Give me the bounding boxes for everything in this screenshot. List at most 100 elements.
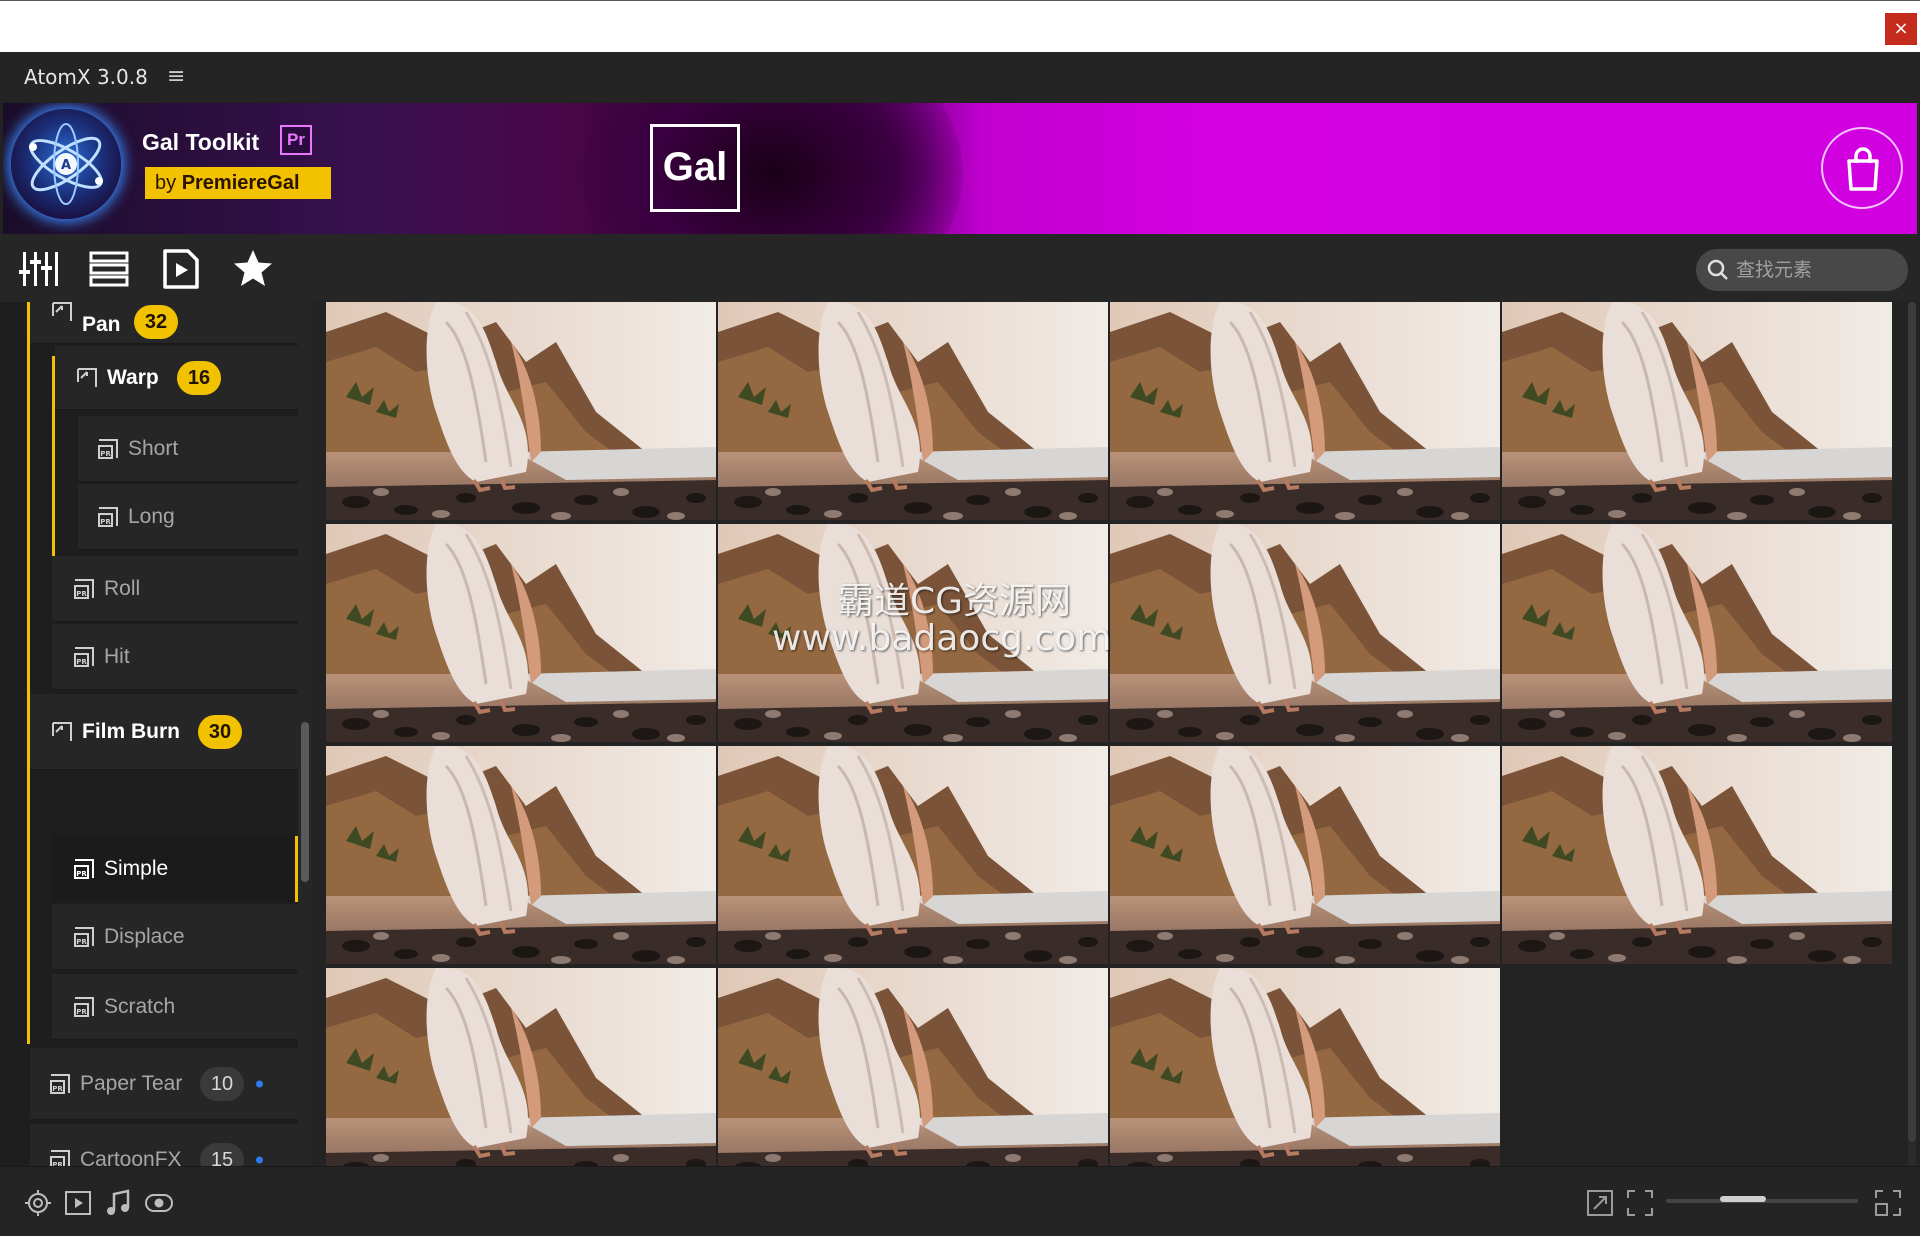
premiere-file-icon: PR	[74, 926, 94, 947]
preset-thumbnail[interactable]	[326, 968, 716, 1186]
audio-filter-icon[interactable]	[104, 1189, 132, 1217]
folder-pan-icon	[52, 302, 72, 321]
sidebar-item-label: CartoonFX	[80, 1147, 182, 1167]
premiere-file-icon: PR	[50, 1149, 70, 1166]
svg-text:PR: PR	[76, 870, 87, 878]
preset-thumbnail[interactable]	[1110, 968, 1500, 1186]
preset-thumbnail[interactable]	[1110, 302, 1500, 520]
premiere-file-icon: PR	[74, 996, 94, 1017]
video-file-icon[interactable]	[160, 248, 202, 290]
sidebar-item-long[interactable]: PR Long	[78, 484, 298, 550]
preset-thumbnail[interactable]	[718, 746, 1108, 964]
atomx-logo-icon[interactable]: A	[11, 109, 121, 219]
hamburger-menu-icon[interactable]: ≡	[167, 64, 185, 89]
svg-text:PR: PR	[52, 1085, 63, 1093]
svg-text:PR: PR	[100, 518, 111, 526]
window-close-button[interactable]: ×	[1885, 13, 1917, 45]
svg-text:PR: PR	[76, 590, 87, 598]
sidebar-item-roll[interactable]: PR Roll	[52, 556, 298, 622]
search-input[interactable]	[1736, 255, 1896, 285]
app-name: AtomX 3.0.8	[24, 65, 148, 89]
bottom-bar	[0, 1166, 1920, 1236]
banner-glow	[583, 103, 963, 234]
author-badge: by PremiereGal	[145, 167, 331, 199]
grid-scrollbar[interactable]	[1908, 302, 1916, 1166]
search-box[interactable]	[1696, 249, 1908, 291]
sliders-icon[interactable]	[18, 248, 60, 290]
category-sidebar: Pan 32 Warp 16 PR Short PR Long PR Roll …	[0, 302, 312, 1166]
app-window: AtomX 3.0.8 ≡ A Gal Toolkit Pr by Premie…	[0, 52, 1920, 1236]
video-filter-icon[interactable]	[64, 1189, 92, 1217]
item-count-badge: 10	[200, 1066, 244, 1101]
large-grid-icon[interactable]	[1874, 1189, 1902, 1217]
gal-logo: Gal	[650, 124, 740, 212]
preset-thumbnail[interactable]	[326, 746, 716, 964]
sidebar-item-label: Short	[128, 436, 179, 460]
preset-thumbnail[interactable]	[718, 968, 1108, 1186]
item-count-badge: 16	[177, 360, 221, 395]
sidebar-item-scratch[interactable]: PR Scratch	[52, 974, 298, 1040]
preset-thumbnail[interactable]	[1502, 524, 1892, 742]
thumbnail-size-slider[interactable]	[1666, 1196, 1858, 1203]
svg-text:PR: PR	[76, 658, 87, 666]
grid-scrollbar-thumb[interactable]	[1908, 302, 1916, 1142]
author-prefix: by	[155, 172, 182, 194]
star-icon[interactable]	[232, 248, 274, 290]
sidebar-item-label: Scratch	[104, 994, 176, 1018]
sidebar-item-hit[interactable]: PR Hit	[52, 624, 298, 690]
preset-thumbnail[interactable]	[718, 302, 1108, 520]
item-count-badge: 15	[200, 1142, 244, 1166]
preset-thumbnail[interactable]	[1110, 524, 1500, 742]
os-title-strip: ×	[0, 0, 1920, 52]
sidebar-item-film-burn[interactable]: Film Burn 30	[30, 694, 298, 770]
svg-text:A: A	[61, 158, 71, 173]
sidebar-item-label: Hit	[104, 644, 130, 668]
premiere-file-icon: PR	[74, 859, 94, 879]
sidebar-item-displace[interactable]: PR Displace	[52, 904, 298, 970]
sidebar-scrollbar-thumb[interactable]	[301, 722, 309, 882]
expand-icon[interactable]	[1586, 1189, 1614, 1217]
sidebar-scrollbar[interactable]	[298, 302, 312, 1166]
sidebar-item-label: Long	[128, 504, 175, 528]
sidebar-item-label: Film Burn	[82, 719, 180, 743]
shopping-bag-icon	[1847, 147, 1879, 191]
author-name: PremiereGal	[181, 172, 300, 194]
slider-handle[interactable]	[1720, 1196, 1766, 1202]
search-icon	[1707, 259, 1728, 280]
sidebar-item-pan[interactable]: Pan 32	[30, 302, 298, 344]
preset-thumbnail[interactable]	[326, 524, 716, 742]
svg-text:PR: PR	[100, 450, 111, 458]
preset-thumbnail[interactable]	[718, 524, 1108, 742]
preset-grid	[312, 302, 1920, 1186]
toolbar	[0, 234, 1920, 302]
product-banner: A Gal Toolkit Pr by PremiereGal Gal	[3, 103, 1917, 234]
folder-pan-icon	[77, 367, 97, 387]
svg-text:PR: PR	[76, 1008, 87, 1016]
preset-thumbnail[interactable]	[1110, 746, 1500, 964]
sidebar-item-cartoonfx[interactable]: PR CartoonFX 15	[30, 1124, 298, 1166]
new-indicator-dot	[256, 1080, 263, 1087]
sidebar-item-simple[interactable]: PR Simple	[52, 836, 298, 902]
preset-thumbnail[interactable]	[326, 302, 716, 520]
sidebar-item-warp[interactable]: Warp 16	[55, 346, 298, 410]
premiere-file-icon: PR	[98, 506, 118, 527]
shop-button[interactable]	[1821, 127, 1903, 209]
tree-line-film	[27, 302, 30, 1044]
sidebar-item-paper-tear[interactable]: PR Paper Tear 10	[30, 1048, 298, 1120]
sidebar-item-short[interactable]: PR Short	[78, 416, 298, 482]
preset-thumbnail[interactable]	[1502, 746, 1892, 964]
sidebar-item-label: Displace	[104, 924, 185, 948]
item-count-badge: 30	[198, 714, 242, 749]
sidebar-item-label: Paper Tear	[80, 1071, 183, 1095]
new-indicator-dot	[256, 1156, 263, 1163]
move-target-icon[interactable]	[24, 1189, 52, 1217]
item-count-badge: 32	[134, 305, 178, 339]
fit-screen-icon[interactable]	[1626, 1189, 1654, 1217]
toggle-visibility-icon[interactable]	[144, 1189, 174, 1217]
preset-thumbnail[interactable]	[1502, 302, 1892, 520]
folder-pan-icon	[52, 721, 72, 741]
sidebar-item-label: Simple	[104, 857, 169, 880]
premiere-file-icon: PR	[74, 578, 94, 599]
list-icon[interactable]	[88, 248, 130, 290]
premiere-file-icon: PR	[74, 646, 94, 667]
